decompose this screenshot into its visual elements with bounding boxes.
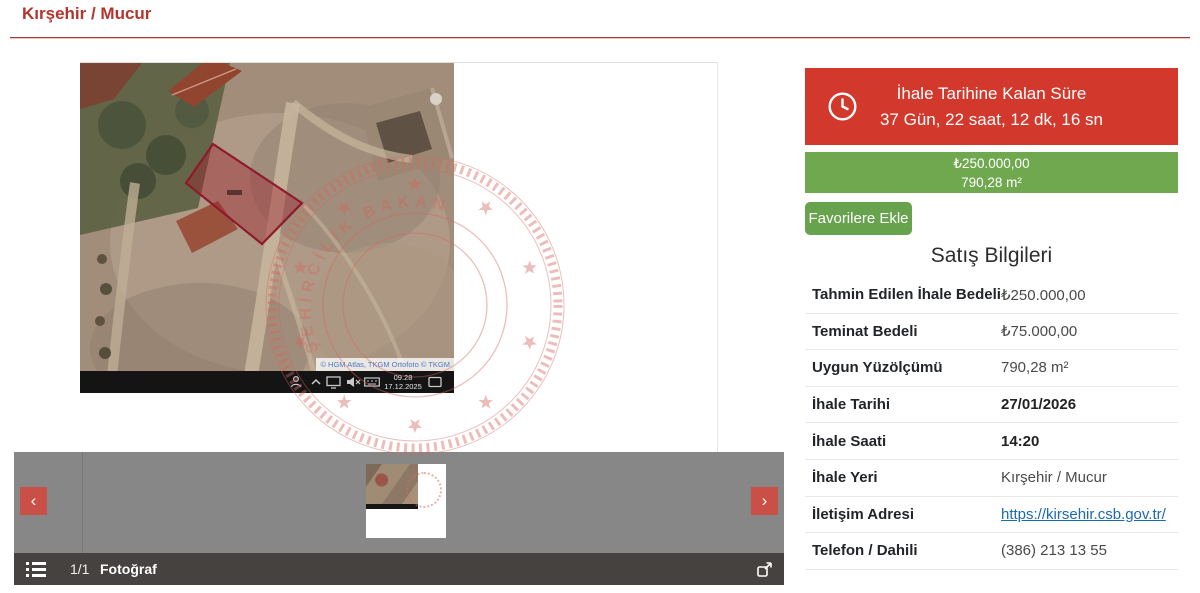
countdown-text: İhale Tarihine Kalan Süre 37 Gün, 22 saa… <box>805 81 1178 133</box>
page-title: Kırşehir / Mucur <box>22 4 152 23</box>
strip-divider <box>82 452 83 553</box>
sale-info-heading: Satış Bilgileri <box>930 244 1053 267</box>
header-divider <box>10 37 1190 39</box>
chevron-up-icon <box>311 378 321 385</box>
parcel-photo[interactable]: © HGM Atlas, TKGM Ortofoto © TKGM 09.28 … <box>80 63 454 393</box>
table-row: İhale Saati 14:20 <box>805 423 1178 460</box>
thumbnail-strip: ‹ › <box>14 452 784 553</box>
table-row: İhale Yeri Kırşehir / Mucur <box>805 460 1178 497</box>
price-area: 790,28 m² <box>961 175 1022 190</box>
photo-label: Fotoğraf <box>100 561 157 577</box>
chevron-right-icon: › <box>761 491 768 510</box>
table-row: İhale Tarihi 27/01/2026 <box>805 387 1178 424</box>
countdown-banner: İhale Tarihine Kalan Süre 37 Gün, 22 saa… <box>805 68 1178 145</box>
photo-list-button[interactable] <box>26 560 46 578</box>
speaker-mute-icon <box>347 377 361 387</box>
photo-thumbnail[interactable] <box>366 464 446 538</box>
list-icon <box>26 562 46 577</box>
photo-counter: 1/1 <box>70 561 90 577</box>
table-row: Tahmin Edilen İhale Bedeli ₺250.000,00 <box>805 277 1178 314</box>
add-to-favorites-button[interactable]: Favorilere Ekle <box>805 202 912 235</box>
photo-frame: © HGM Atlas, TKGM Ortofoto © TKGM 09.28 … <box>80 62 718 452</box>
notification-icon <box>428 376 442 388</box>
countdown-title: İhale Tarihine Kalan Süre <box>896 84 1087 103</box>
countdown-remaining: 37 Gün, 22 saat, 12 dk, 16 sn <box>879 110 1104 129</box>
satellite-image <box>80 63 454 393</box>
table-row: Telefon / Dahili (386) 213 13 55 <box>805 533 1178 570</box>
next-photo-button[interactable]: › <box>751 487 778 515</box>
table-row: İletişim Adresi https://kirsehir.csb.gov… <box>805 497 1178 534</box>
auction-detail-page: Kırşehir / Mucur © HGM Atlas, TKGM Ortof… <box>0 0 1200 593</box>
gallery-toolbar: 1/1 Fotoğraf <box>14 553 784 585</box>
thumbnail-taskbar <box>366 504 418 509</box>
table-row: Uygun Yüzölçümü 790,28 m² <box>805 350 1178 387</box>
table-row: Teminat Bedeli ₺75.000,00 <box>805 314 1178 351</box>
photo-stage: © HGM Atlas, TKGM Ortofoto © TKGM 09.28 … <box>14 62 784 452</box>
sale-details-panel: İhale Tarihine Kalan Süre 37 Gün, 22 saa… <box>805 68 1178 570</box>
photo-viewer: © HGM Atlas, TKGM Ortofoto © TKGM 09.28 … <box>14 62 784 585</box>
fullscreen-button[interactable] <box>756 560 774 578</box>
price-amount: ₺250.000,00 <box>953 156 1030 171</box>
photo-taskbar: 09.28 17.12.2025 <box>80 371 454 393</box>
thumbnail-watermark <box>406 472 442 508</box>
photo-taskbar-clock: 09.28 17.12.2025 <box>384 373 422 391</box>
person-icon <box>290 375 302 388</box>
expand-icon <box>757 562 772 577</box>
monitor-icon <box>326 376 341 389</box>
sale-info-table: Tahmin Edilen İhale Bedeli ₺250.000,00 T… <box>805 277 1178 570</box>
price-banner: ₺250.000,00 790,28 m² <box>805 152 1178 193</box>
map-attribution: © HGM Atlas, TKGM Ortofoto © TKGM <box>316 358 454 371</box>
prev-photo-button[interactable]: ‹ <box>20 487 47 515</box>
chevron-left-icon: ‹ <box>30 491 37 510</box>
keyboard-icon <box>364 377 380 387</box>
contact-link[interactable]: https://kirsehir.csb.gov.tr/ <box>1001 506 1166 523</box>
